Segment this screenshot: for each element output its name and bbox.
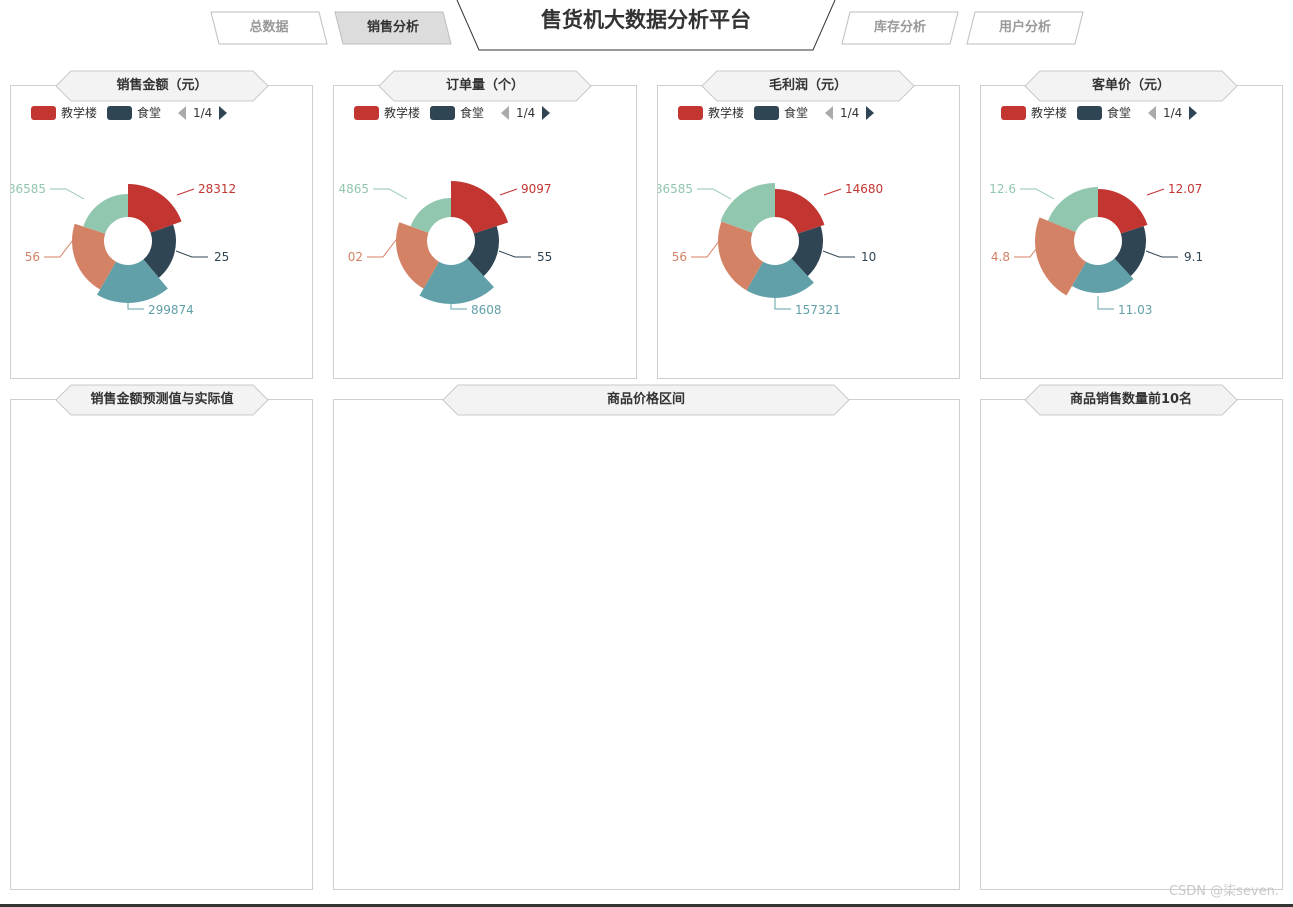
label-leader-line — [822, 250, 855, 258]
label-leader-line — [1097, 296, 1114, 310]
panel-title-forecast: 销售金额预测值与实际值 — [55, 384, 269, 416]
panel-title-text: 销售金额预测值与实际值 — [90, 392, 234, 407]
data-label: 25 — [214, 250, 229, 264]
data-label: 86585 — [11, 182, 46, 196]
label-leader-line — [367, 235, 400, 258]
pie-slice[interactable] — [128, 184, 182, 233]
panel-title-top10: 商品销售数量前10名 — [1024, 384, 1238, 416]
tab-user-analysis[interactable]: 用户分析 — [966, 11, 1084, 45]
price-range-panel — [333, 399, 960, 890]
pie-slice[interactable] — [775, 189, 825, 234]
tab-overview[interactable]: 总数据 — [210, 11, 328, 45]
panel-title-text: 商品销售数量前10名 — [1069, 392, 1193, 407]
watermark: CSDN @柒seven. — [1168, 884, 1279, 899]
sales-forecast-panel — [10, 399, 313, 890]
tab-inventory-analysis[interactable]: 库存分析 — [841, 11, 959, 45]
panel-title-text: 销售金额（元） — [116, 78, 208, 93]
data-label: 56 — [672, 250, 687, 264]
pie-slice[interactable] — [83, 194, 128, 234]
panel-title-price-range: 商品价格区间 — [442, 384, 850, 416]
tab-label: 库存分析 — [873, 20, 926, 35]
data-label: 86585 — [658, 182, 693, 196]
tab-label: 总数据 — [249, 20, 289, 35]
label-leader-line — [175, 250, 208, 258]
data-label: 4865 — [338, 182, 369, 196]
unit-price-panel: 教学楼 食堂 1/4 12.07 9.1 11.03 4.8 12.6 — [980, 85, 1283, 379]
data-label: 9.1 — [1184, 250, 1203, 264]
top10-products-panel — [980, 399, 1283, 890]
label-leader-line — [1145, 250, 1178, 258]
panel-title-profit: 毛利润（元） — [701, 70, 915, 102]
data-label: 10 — [861, 250, 876, 264]
data-label: 28312 — [198, 182, 236, 196]
page-title: 售货机大数据分析平台 — [456, 0, 836, 52]
data-label: 157321 — [795, 303, 841, 317]
order-count-panel: 教学楼 食堂 1/4 9097 55 8608 02 4865 — [333, 85, 637, 379]
pie-slice[interactable] — [1098, 189, 1148, 234]
pie-slice[interactable] — [451, 181, 509, 234]
panel-title-unit-price: 客单价（元） — [1024, 70, 1238, 102]
data-label: 55 — [537, 250, 552, 264]
data-label: 11.03 — [1118, 303, 1152, 317]
data-label: 12.6 — [989, 182, 1016, 196]
panel-title-text: 毛利润（元） — [768, 78, 847, 93]
data-label: 4.8 — [991, 250, 1010, 264]
label-leader-line — [697, 188, 732, 200]
label-leader-line — [823, 188, 842, 196]
data-label: 8608 — [471, 303, 502, 317]
tab-label: 销售分析 — [366, 20, 419, 35]
panel-title-sales: 销售金额（元） — [55, 70, 269, 102]
order-count-chart: 9097 55 8608 02 4865 — [338, 181, 552, 317]
label-leader-line — [498, 250, 531, 258]
sales-amount-chart: 28312 25 299874 56 86585 — [11, 182, 236, 317]
label-leader-line — [499, 188, 518, 196]
label-leader-line — [1020, 188, 1055, 200]
sales-amount-panel: 教学楼 食堂 1/4 28312 25 299874 56 86585 — [10, 85, 313, 379]
panel-title-orders: 订单量（个） — [378, 70, 592, 102]
data-label: 9097 — [521, 182, 552, 196]
data-label: 299874 — [148, 303, 194, 317]
page-title-text: 售货机大数据分析平台 — [541, 8, 751, 32]
panel-title-text: 订单量（个） — [445, 78, 524, 93]
data-label: 56 — [25, 250, 40, 264]
label-leader-line — [1146, 188, 1165, 196]
unit-price-chart: 12.07 9.1 11.03 4.8 12.6 — [989, 182, 1203, 317]
label-leader-line — [373, 188, 408, 200]
gross-profit-panel: 教学楼 食堂 1/4 14680 10 157321 56 86585 — [657, 85, 960, 379]
tab-sales-analysis[interactable]: 销售分析 — [334, 11, 452, 45]
panel-title-text: 客单价（元） — [1091, 78, 1170, 93]
data-label: 02 — [348, 250, 363, 264]
data-label: 12.07 — [1168, 182, 1202, 196]
label-leader-line — [176, 188, 195, 196]
label-leader-line — [44, 235, 77, 258]
gross-profit-chart: 14680 10 157321 56 86585 — [658, 182, 883, 317]
pie-slice[interactable] — [410, 198, 451, 233]
label-leader-line — [50, 188, 85, 200]
panel-title-text: 商品价格区间 — [606, 392, 685, 407]
top-navigation: 总数据 销售分析 售货机大数据分析平台 库存分析 用户分析 — [0, 0, 1293, 56]
tab-label: 用户分析 — [998, 20, 1051, 35]
data-label: 14680 — [845, 182, 883, 196]
label-leader-line — [774, 296, 791, 310]
